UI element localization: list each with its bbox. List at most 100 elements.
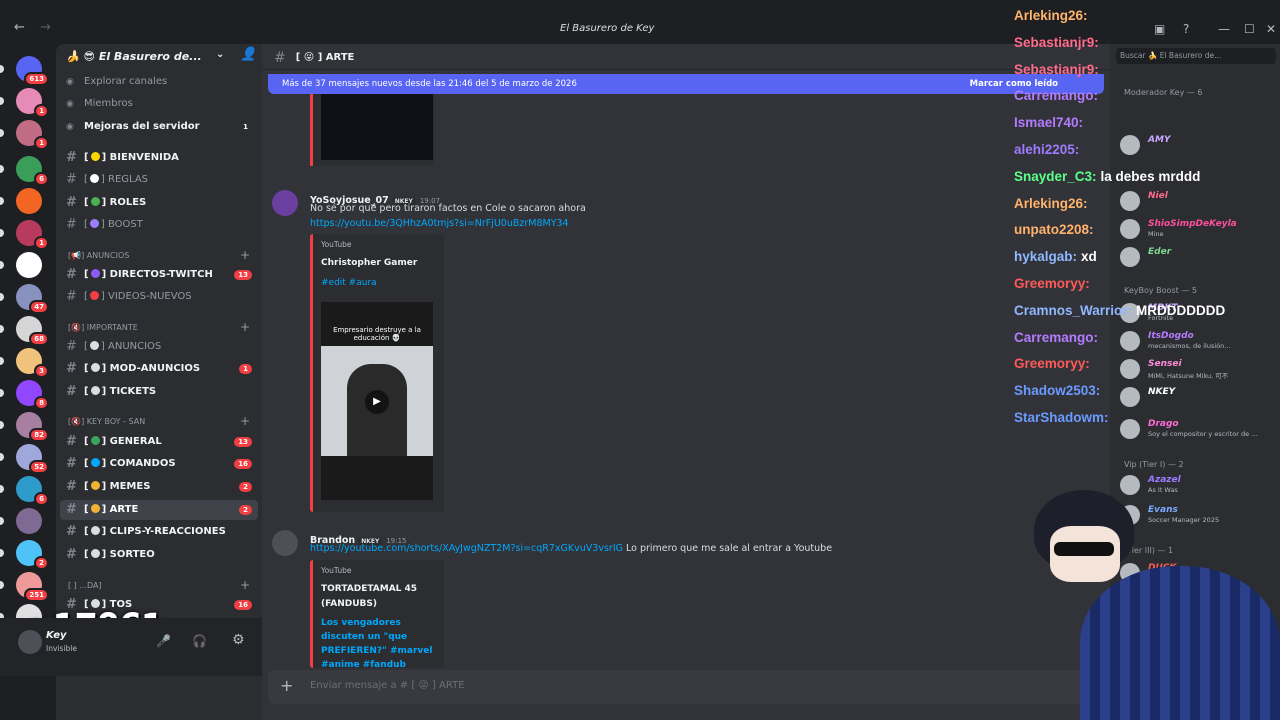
server-icon[interactable]: 3 xyxy=(0,348,49,378)
server-icon[interactable] xyxy=(0,252,42,278)
maximize-button[interactable]: ☐ xyxy=(1244,22,1255,36)
avatar[interactable] xyxy=(18,630,42,654)
member-name-text: Sensei xyxy=(1148,359,1182,369)
add-attachment-icon[interactable]: + xyxy=(280,676,293,695)
member-item[interactable]: NKEY xyxy=(1116,384,1276,410)
video-thumbnail[interactable]: Empresario destruye a la educación 💀 ▶ xyxy=(321,302,433,500)
message-input[interactable]: + Enviar mensaje a # [ 😜 ] ARTE xyxy=(268,670,1098,704)
new-messages-bar[interactable]: Más de 37 mensajes nuevos desde las 21:4… xyxy=(268,74,1104,94)
server-icon[interactable]: 1 xyxy=(0,120,49,150)
channel-item[interactable]: # [] COMANDOS 16 xyxy=(60,454,258,474)
server-icon[interactable]: 82 xyxy=(0,412,49,442)
channel-emoji-icon xyxy=(90,504,100,513)
channel-item[interactable]: # [] BOOST xyxy=(60,215,258,235)
search-input[interactable]: Buscar 🍌 El Basurero de... xyxy=(1116,48,1276,64)
embed-description[interactable]: Los vengadores discuten un "que PREFIERE… xyxy=(321,616,437,668)
channel-item[interactable]: # [] VIDEOS-NUEVOS xyxy=(60,287,258,307)
close-button[interactable]: ✕ xyxy=(1266,22,1276,36)
invite-user-icon[interactable]: 👤 xyxy=(240,47,256,62)
server-icon[interactable] xyxy=(0,188,42,214)
member-item[interactable]: Niel xyxy=(1116,188,1276,214)
video-thumbnail[interactable] xyxy=(321,94,433,160)
play-icon[interactable]: ▶ xyxy=(365,390,389,414)
member-item[interactable]: Sensei MiMi, Hatsune Miku, 可不 xyxy=(1116,356,1276,382)
channel-bracket: [ xyxy=(84,152,89,163)
member-item[interactable]: Drago Soy el compositor y escritor de ... xyxy=(1116,416,1276,442)
window-title: El Basurero de Key xyxy=(560,23,655,34)
channel-emoji-icon xyxy=(89,291,99,300)
back-arrow-icon[interactable]: ← xyxy=(14,20,25,35)
microphone-icon[interactable]: 🎤 xyxy=(156,634,171,648)
unread-indicator xyxy=(0,485,4,493)
add-channel-icon[interactable]: + xyxy=(240,414,250,428)
inbox-icon[interactable]: ▣ xyxy=(1154,22,1165,36)
server-icon[interactable]: 1 xyxy=(0,220,49,250)
server-icon[interactable]: 613 xyxy=(0,56,49,86)
member-item[interactable]: Eder xyxy=(1116,244,1276,270)
add-channel-icon[interactable]: + xyxy=(240,320,250,334)
unread-indicator xyxy=(0,65,4,73)
add-channel-icon[interactable]: + xyxy=(240,578,250,592)
channel-item[interactable]: # [] ANUNCIOS xyxy=(60,337,258,357)
channel-item[interactable]: # [] ARTE 2 xyxy=(60,500,258,520)
server-header[interactable]: 🍌 😎 El Basurero de... ⌄ 👤 xyxy=(56,44,262,70)
channel-category[interactable]: [📢] ANUNCIOS + xyxy=(68,248,258,262)
channel-item[interactable]: # [] MEMES 2 xyxy=(60,477,258,497)
gear-icon[interactable]: ⚙ xyxy=(232,632,245,648)
member-item[interactable]: ShioSimpDeKeyla Mine xyxy=(1116,216,1276,242)
channel-label: BIENVENIDA xyxy=(109,152,179,163)
member-item[interactable]: ItsDogdo mecanismos, de ilusión... xyxy=(1116,328,1276,354)
server-icon[interactable]: 1 xyxy=(0,88,49,118)
server-icon[interactable]: 47 xyxy=(0,284,49,314)
server-icon[interactable]: 68 xyxy=(0,316,49,346)
channel-item[interactable]: # [] TICKETS xyxy=(60,382,258,402)
embed-tags[interactable]: #edit #aura xyxy=(321,278,377,288)
sidebar-item[interactable]: ◉ Explorar canales xyxy=(60,72,258,92)
member-name-text: Niel xyxy=(1148,191,1168,201)
embed-title[interactable]: TORTADETAMAL 45 (FANDUBS) xyxy=(321,582,437,612)
server-icon[interactable]: 6 xyxy=(0,476,49,506)
channel-item[interactable]: # [] SORTEO xyxy=(60,545,258,565)
server-icon[interactable]: 8 xyxy=(0,380,49,410)
channel-label: ARTE xyxy=(109,504,139,515)
chat-username: Carremango: xyxy=(1014,329,1099,345)
avatar[interactable] xyxy=(272,530,298,556)
embed-title[interactable]: Christopher Gamer xyxy=(321,258,417,268)
sidebar-item[interactable]: ◉ Mejoras del servidor 1 xyxy=(60,117,258,137)
channel-item[interactable]: # [] MOD-ANUNCIOS 1 xyxy=(60,359,258,379)
channel-category[interactable]: [🔇] KEY BOY - SAN + xyxy=(68,414,258,428)
help-icon[interactable]: ? xyxy=(1183,22,1189,36)
channel-item[interactable]: # [] CLIPS-Y-REACCIONES xyxy=(60,522,258,542)
unread-badge: 68 xyxy=(29,332,49,346)
server-icon[interactable]: 2 xyxy=(0,540,49,570)
channel-item[interactable]: # [] BIENVENIDA xyxy=(60,148,258,168)
channel-bracket: [ xyxy=(84,291,88,302)
add-channel-icon[interactable]: + xyxy=(240,248,250,262)
channel-category[interactable]: [🔇] IMPORTANTE + xyxy=(68,320,258,334)
member-item[interactable]: AMY xyxy=(1116,132,1276,158)
channel-bracket: ] xyxy=(100,219,108,230)
unread-badge: 613 xyxy=(24,72,49,86)
message-link[interactable]: https://youtube.com/shorts/XAyJwgNZT2M?s… xyxy=(310,543,623,554)
sidebar-item[interactable]: ◉ Miembros xyxy=(60,94,258,114)
channel-category[interactable]: [ ] ...DA] + xyxy=(68,578,258,592)
headphones-icon[interactable]: 🎧 xyxy=(192,634,207,648)
channel-emoji-icon xyxy=(90,436,100,445)
youtube-embed: YouTube Christopher Gamer #edit #aura Em… xyxy=(310,234,444,512)
server-icon[interactable]: 52 xyxy=(0,444,49,474)
server-icon[interactable]: 251 xyxy=(0,572,49,602)
channel-item[interactable]: # [] REGLAS xyxy=(60,170,258,190)
channel-item[interactable]: # [] DIRECTOS-TWITCH 13 xyxy=(60,265,258,285)
server-icon[interactable] xyxy=(0,508,42,534)
message-link[interactable]: https://youtu.be/3QHhzA0tmjs?si=NrFjU0uB… xyxy=(310,218,569,229)
forward-arrow-icon[interactable]: → xyxy=(40,20,51,35)
channel-item[interactable]: # [] GENERAL 13 xyxy=(60,432,258,452)
channel-item[interactable]: # [] ROLES xyxy=(60,193,258,213)
avatar[interactable] xyxy=(272,190,298,216)
minimize-button[interactable]: — xyxy=(1218,22,1230,36)
chevron-down-icon[interactable]: ⌄ xyxy=(216,49,224,60)
server-icon[interactable]: 6 xyxy=(0,156,49,186)
avatar xyxy=(1120,135,1140,155)
sidebar-item-label: Miembros xyxy=(84,98,133,109)
mention-badge: 2 xyxy=(239,482,252,492)
